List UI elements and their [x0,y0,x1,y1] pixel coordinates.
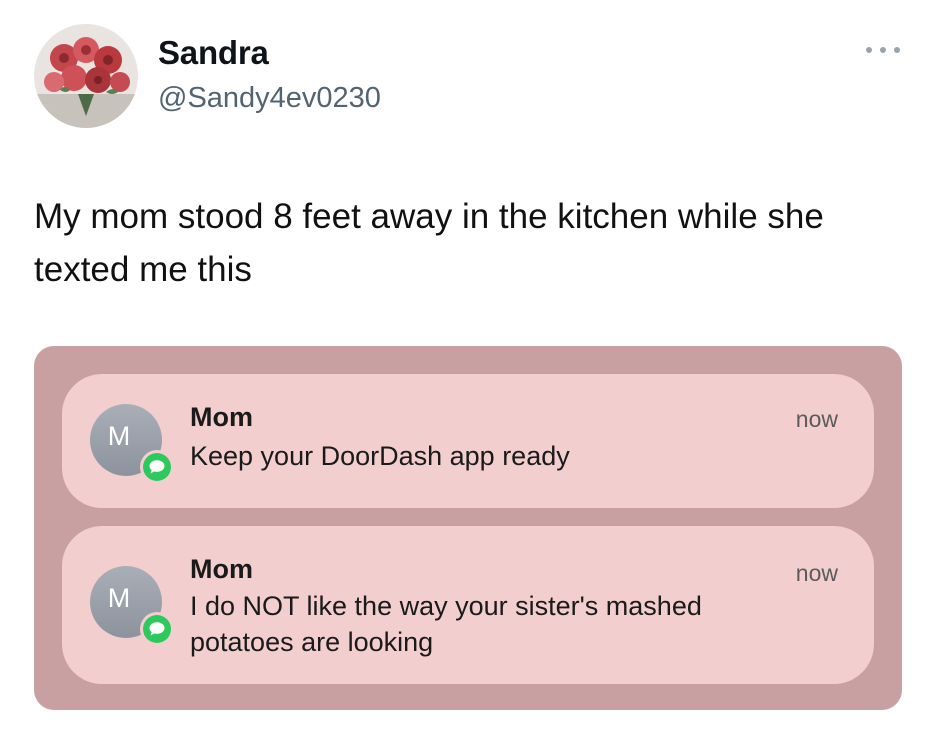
notification-sender: Mom [190,402,253,432]
dot [866,47,872,53]
notification-time: now [795,406,838,432]
notification-time: now [795,560,838,586]
more-options-icon[interactable] [866,40,900,60]
messages-icon [140,612,174,646]
avatar-letter: M [107,582,131,613]
flowers-avatar-icon [34,24,138,128]
dot [880,47,886,53]
profile-avatar[interactable] [34,24,138,128]
chat-bubble-icon [149,460,165,474]
notification-card: M Mom Keep your DoorDash app ready now [62,374,874,508]
notification-card: M Mom I do NOT like the way your sister'… [62,526,874,684]
messages-icon [140,450,174,484]
notification-message: I do NOT like the way your sister's mash… [190,591,702,657]
author-handle[interactable]: @Sandy4ev0230 [158,82,381,115]
notification-sender: Mom [190,554,253,584]
tweet: Sandra @Sandy4ev0230 My mom stood 8 feet… [0,0,946,752]
avatar-letter: M [107,420,131,451]
notification-message: Keep your DoorDash app ready [190,441,570,471]
notification-screenshot[interactable]: M Mom Keep your DoorDash app ready now M [34,346,902,710]
dot [894,47,900,53]
chat-bubble-icon [149,622,165,636]
contact-avatar: M [90,404,174,484]
author-display-name[interactable]: Sandra [158,34,269,72]
tweet-text: My mom stood 8 feet away in the kitchen … [34,197,824,289]
contact-avatar: M [90,566,174,646]
